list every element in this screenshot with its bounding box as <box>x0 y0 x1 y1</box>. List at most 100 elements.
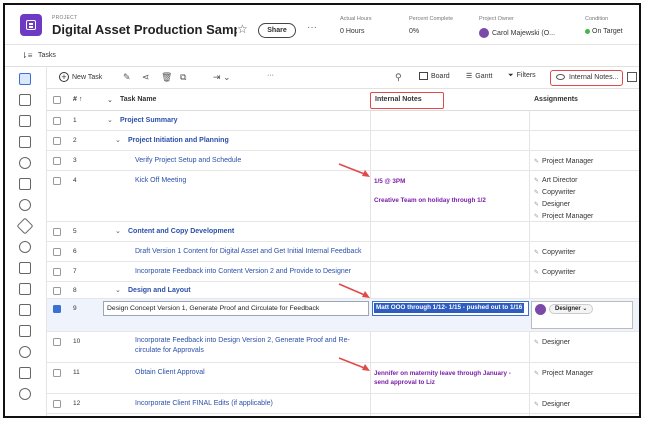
left-rail <box>5 67 47 416</box>
pencil-icon: ✎ <box>534 340 540 346</box>
task-name[interactable]: Project Summary <box>120 116 178 126</box>
row-checkbox[interactable] <box>53 369 61 377</box>
grid-icon[interactable] <box>627 72 637 82</box>
project-label: PROJECT <box>52 15 78 21</box>
row-checkbox[interactable] <box>53 268 61 276</box>
assignment-list[interactable]: ✎ Designer <box>534 399 570 411</box>
project-header: PROJECT Digital Asset Production Samp...… <box>5 5 639 45</box>
status-dot <box>585 28 590 34</box>
task-name[interactable]: Draft Version 1 Content for Digital Asse… <box>135 247 361 257</box>
task-name[interactable]: Obtain Client Approval <box>135 368 205 378</box>
page-title[interactable]: Digital Asset Production Samp... <box>52 22 237 37</box>
rail-tasks-icon[interactable] <box>19 73 31 85</box>
select-all-checkbox[interactable] <box>53 96 61 104</box>
row-checkbox[interactable] <box>53 248 61 256</box>
task-name[interactable]: Incorporate Feedback into Design Version… <box>135 336 350 356</box>
share-button[interactable]: Share <box>258 23 296 38</box>
task-name[interactable]: Kick Off Meeting <box>135 176 186 186</box>
search-icon[interactable]: ⚲ <box>395 72 402 83</box>
internal-note[interactable]: Creative Team on holiday through 1/2 <box>374 196 486 205</box>
rail-time-icon[interactable] <box>19 346 31 358</box>
internal-note-input[interactable]: Matt OOO through 1/12- 1/15 - pushed out… <box>372 301 529 316</box>
pencil-icon: ✎ <box>534 159 540 165</box>
rail-board-icon[interactable] <box>19 136 31 148</box>
pencil-icon: ✎ <box>534 214 540 220</box>
filters-button[interactable]: ⏷ Filters <box>508 72 536 80</box>
rail-workload-icon[interactable] <box>19 367 31 379</box>
assignment-list[interactable]: ✎ Project Manager <box>534 156 593 168</box>
star-icon[interactable]: ☆ <box>237 22 248 36</box>
more-icon[interactable]: ··· <box>307 22 317 33</box>
rail-chat-icon[interactable] <box>19 157 31 169</box>
column-num[interactable]: # ↑ <box>73 96 82 103</box>
rail-updates-icon[interactable] <box>19 199 31 211</box>
rail-reports-icon[interactable] <box>19 283 31 295</box>
row-checkbox[interactable] <box>53 305 61 313</box>
tasks-bar: ⇂≡ Tasks <box>5 46 639 67</box>
rail-team-icon[interactable] <box>19 388 31 400</box>
table-row[interactable]: 1 ⌄ Project Summary <box>47 111 639 131</box>
row-checkbox[interactable] <box>53 177 61 185</box>
chevron-down-icon[interactable]: ⌄ <box>115 227 121 235</box>
row-checkbox[interactable] <box>53 338 61 346</box>
assignment-list[interactable]: ✎ Copywriter <box>534 247 575 259</box>
column-internal-notes[interactable]: Internal Notes <box>375 96 422 103</box>
new-task-button[interactable]: + New Task <box>59 72 102 82</box>
table-row[interactable]: 7 Incorporate Feedback into Content Vers… <box>47 262 639 282</box>
rail-issues-icon[interactable] <box>16 217 34 235</box>
indent-icon[interactable]: ⇥ ⌄ <box>213 72 231 83</box>
task-name[interactable]: Incorporate Client FINAL Edits (if appli… <box>135 399 273 409</box>
rail-document-icon[interactable] <box>19 115 31 127</box>
row-checkbox[interactable] <box>53 400 61 408</box>
column-assignments[interactable]: Assignments <box>534 96 578 103</box>
table-row-selected[interactable]: 9 Design Concept Version 1, Generate Pro… <box>47 299 639 332</box>
edit-icon[interactable]: ✎ <box>123 72 131 83</box>
rail-people-icon[interactable] <box>19 325 31 337</box>
column-task-name[interactable]: Task Name <box>120 96 156 103</box>
rail-file-icon[interactable] <box>19 178 31 190</box>
internal-notes-view-button[interactable]: Internal Notes... <box>550 70 623 86</box>
assignment-pill[interactable]: Designer ⌄ <box>549 304 594 314</box>
share-icon[interactable]: ⋖ <box>142 72 150 83</box>
chevron-down-icon[interactable]: ⌄ <box>115 136 121 144</box>
task-name[interactable]: Project Initiation and Planning <box>128 136 229 146</box>
chevron-down-icon[interactable]: ⌄ <box>107 96 113 104</box>
task-name[interactable]: Design and Layout <box>128 286 191 296</box>
assignment-list[interactable]: ✎ Copywriter <box>534 267 575 279</box>
task-name[interactable]: Verify Project Setup and Schedule <box>135 156 241 166</box>
rail-calendar-icon[interactable] <box>19 304 31 316</box>
row-checkbox[interactable] <box>53 117 61 125</box>
assignment-list[interactable]: ✎ Project Manager <box>534 368 593 380</box>
table-row[interactable]: 2 ⌄ Project Initiation and Planning <box>47 131 639 151</box>
chevron-down-icon[interactable]: ⌄ <box>115 286 121 294</box>
delete-icon[interactable]: 🗑 <box>161 72 172 83</box>
task-name[interactable]: Content and Copy Development <box>128 227 234 237</box>
assignment-list[interactable]: ✎ Designer <box>534 337 570 349</box>
rail-list-icon[interactable] <box>19 94 31 106</box>
table-row[interactable]: 12 Incorporate Client FINAL Edits (if ap… <box>47 394 639 414</box>
internal-note[interactable]: Jennifer on maternity leave through Janu… <box>374 369 511 387</box>
avatar <box>479 28 489 38</box>
rail-hours-icon[interactable] <box>19 262 31 274</box>
task-name-input[interactable]: Design Concept Version 1, Generate Proof… <box>103 301 369 316</box>
rail-approvals-icon[interactable] <box>19 241 31 253</box>
more-actions-button[interactable]: ··· <box>267 72 274 79</box>
board-button[interactable]: Board <box>419 72 450 80</box>
row-checkbox[interactable] <box>53 287 61 295</box>
table-row[interactable]: 6 Draft Version 1 Content for Digital As… <box>47 242 639 262</box>
project-owner-field[interactable]: Project Owner Carol Majewski (O... <box>479 16 555 38</box>
row-checkbox[interactable] <box>53 228 61 236</box>
assignment-editor[interactable]: Designer ⌄ <box>531 301 633 329</box>
internal-note[interactable]: 1/5 @ 3PM <box>374 177 405 186</box>
gantt-button[interactable]: ☰ Gantt <box>466 72 492 80</box>
copy-icon[interactable]: ⧉ <box>180 72 186 83</box>
row-checkbox[interactable] <box>53 157 61 165</box>
app-window: PROJECT Digital Asset Production Samp...… <box>3 3 641 418</box>
arrow-icon <box>338 163 370 177</box>
task-name[interactable]: Incorporate Feedback into Content Versio… <box>135 267 351 277</box>
chevron-down-icon[interactable]: ⌄ <box>107 116 113 124</box>
assignment-list[interactable]: ✎ Art Director ✎ Copywriter ✎ Designer ✎ Pro… <box>534 175 593 223</box>
row-checkbox[interactable] <box>53 137 61 145</box>
condition-field[interactable]: Condition On Target <box>585 16 623 35</box>
table-row[interactable]: 5 ⌄ Content and Copy Development <box>47 222 639 242</box>
